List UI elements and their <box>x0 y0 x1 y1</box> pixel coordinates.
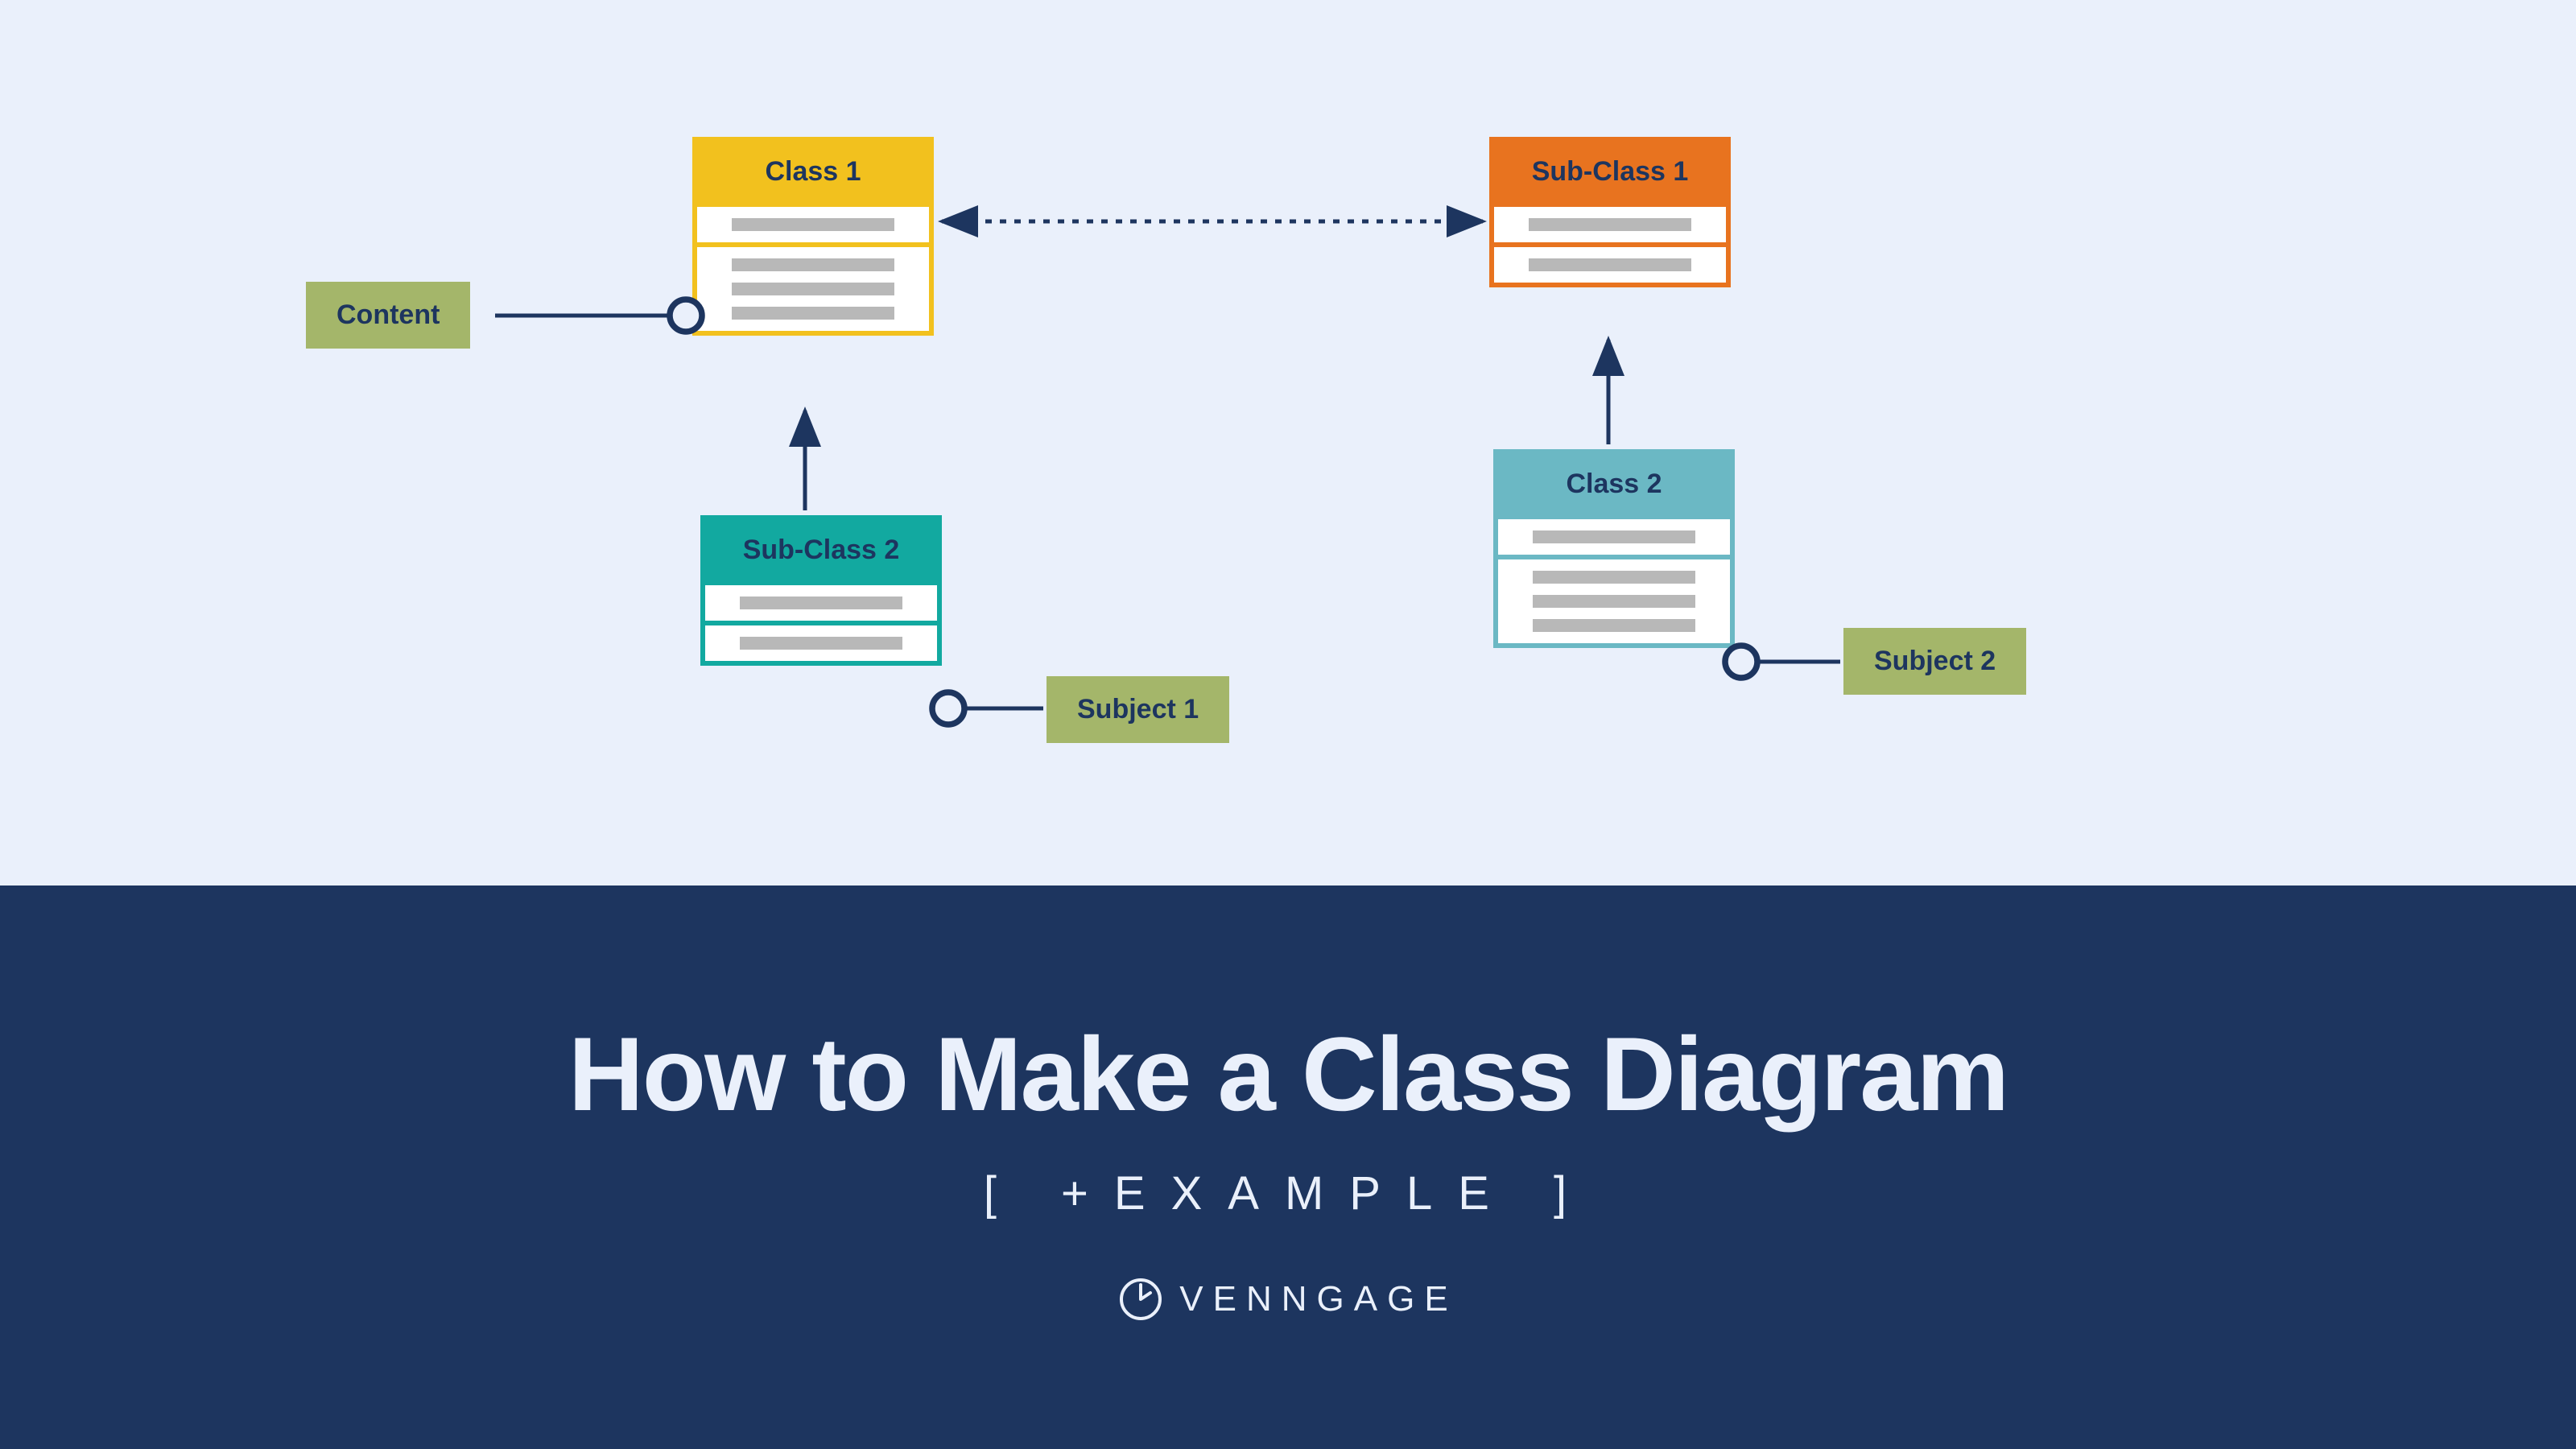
title-panel: How to Make a Class Diagram [ +EXAMPLE ]… <box>0 886 2576 1449</box>
brand-clock-icon <box>1118 1277 1163 1322</box>
brand: VENNGAGE <box>1118 1277 1457 1322</box>
brand-label: VENNGAGE <box>1179 1279 1457 1319</box>
page-title: How to Make a Class Diagram <box>568 1013 2008 1134</box>
diagram-canvas: Class 1 Sub-Class 2 Sub-Class 1 Class 2 <box>0 0 2576 886</box>
connectors-svg <box>0 0 2576 886</box>
page-subtitle: [ +EXAMPLE ] <box>984 1166 1592 1220</box>
